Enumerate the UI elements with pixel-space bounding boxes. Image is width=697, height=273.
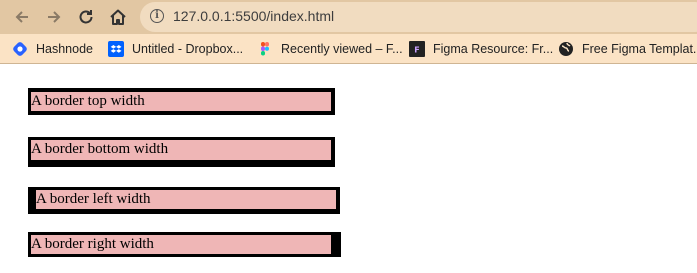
bookmark-label: Free Figma Templat...	[582, 42, 697, 56]
border-right-demo: A border right width	[28, 232, 341, 257]
site-info-icon[interactable]: i	[150, 9, 164, 23]
forward-button[interactable]	[40, 3, 68, 31]
reload-button[interactable]	[72, 3, 100, 31]
forward-arrow-icon	[48, 11, 61, 23]
bookmarks-bar: Hashnode Untitled - Dropbox... Recently …	[0, 34, 697, 64]
dropbox-icon	[108, 41, 124, 57]
back-button[interactable]	[8, 3, 36, 31]
border-top-demo: A border top width	[28, 88, 335, 115]
demo-label: A border right width	[31, 236, 154, 252]
bookmark-hashnode[interactable]: Hashnode	[12, 39, 93, 59]
home-button[interactable]	[104, 3, 132, 31]
browser-toolbar: i 127.0.0.1:5500/index.html	[0, 0, 697, 34]
bookmark-dropbox[interactable]: Untitled - Dropbox...	[108, 39, 243, 59]
bookmark-free-figma[interactable]: Free Figma Templat...	[558, 39, 697, 59]
globe-icon	[559, 42, 573, 56]
address-bar[interactable]: i 127.0.0.1:5500/index.html	[140, 2, 697, 32]
bookmark-label: Figma Resource: Fr...	[433, 42, 554, 56]
figma-resource-icon: F	[409, 41, 425, 57]
svg-text:F: F	[414, 46, 419, 55]
border-left-demo: A border left width	[28, 187, 340, 214]
home-icon	[110, 9, 126, 25]
demo-label: A border top width	[31, 93, 145, 109]
demo-label: A border left width	[36, 191, 151, 207]
reload-icon	[79, 10, 93, 24]
bookmark-label: Hashnode	[36, 42, 93, 56]
bookmark-figma-resource[interactable]: F Figma Resource: Fr...	[409, 39, 553, 59]
figma-icon	[261, 42, 269, 56]
page-content: A border top width A border bottom width…	[0, 64, 697, 273]
bookmark-figma-recent[interactable]: Recently viewed – F...	[257, 39, 403, 59]
bookmark-label: Recently viewed – F...	[281, 42, 403, 56]
demo-label: A border bottom width	[31, 141, 169, 157]
bookmark-label: Untitled - Dropbox...	[132, 42, 244, 56]
hashnode-icon	[13, 42, 27, 56]
address-url[interactable]: 127.0.0.1:5500/index.html	[173, 8, 334, 24]
back-arrow-icon	[15, 11, 28, 23]
border-bottom-demo: A border bottom width	[28, 137, 335, 167]
